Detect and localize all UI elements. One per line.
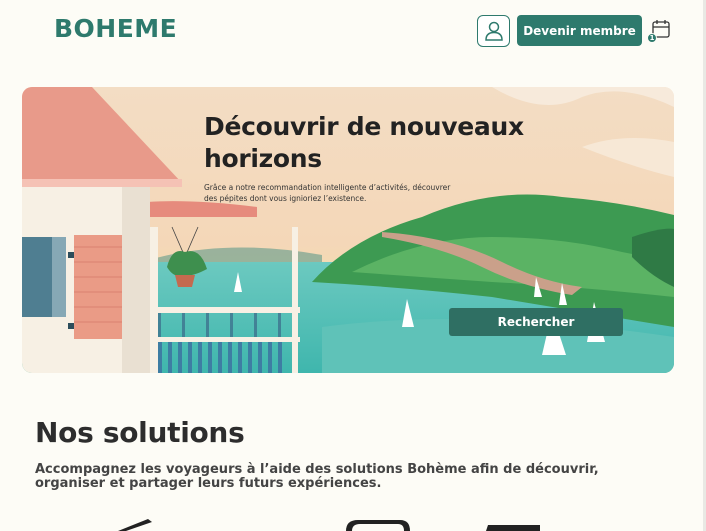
solutions-title: Nos solutions [35,416,245,449]
hero-subtitle: Grâce a notre recommandation intelligent… [204,183,451,203]
user-icon [484,21,503,41]
device-illustrations [118,519,540,531]
account-button[interactable] [477,15,510,47]
logo[interactable]: BOHEME [54,14,177,43]
solutions-text: Accompagnez les voyageurs à l’aide des s… [35,462,599,491]
search-button[interactable]: Rechercher [449,308,623,336]
hero-banner: Découvrir de nouveaux horizons Grâce a n… [22,87,674,373]
calendar-badge: 1 [647,33,657,43]
calendar-button[interactable]: 1 [647,18,671,44]
hero-title: Découvrir de nouveaux horizons [204,112,524,173]
become-member-button[interactable]: Devenir membre [517,15,642,46]
